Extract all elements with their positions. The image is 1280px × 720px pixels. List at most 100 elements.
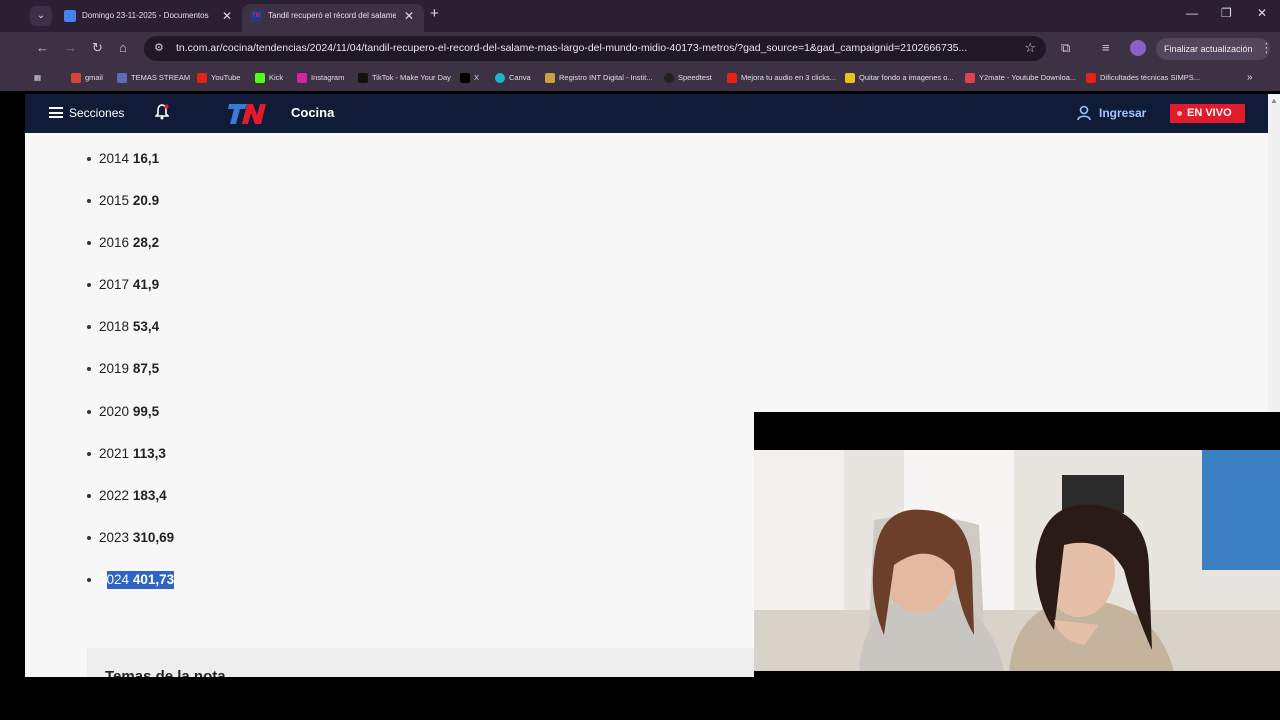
address-bar[interactable]: ⚙ tn.com.ar/cocina/tendencias/2024/11/04… [144,36,1046,61]
bookmark-mejora-audio[interactable]: Mejora tu audio en 3 clicks... [727,71,836,85]
record-text: 2020 99,5 [99,403,159,421]
gmail-icon [71,73,81,84]
bookmark-gmail[interactable]: gmail [71,71,103,85]
tiktok-icon [358,73,368,84]
live-button[interactable]: EN VIVO [1170,104,1245,123]
record-year: 2022 [99,487,130,503]
media-controls-icon[interactable]: ≡ [1102,40,1110,55]
reload-icon[interactable]: ↻ [92,40,103,56]
image-tool-icon [845,73,855,84]
close-window-icon[interactable]: ✕ [1257,6,1267,20]
minimize-icon[interactable]: — [1186,6,1198,20]
record-text: 2014 16,1 [99,150,159,168]
apps-grid-icon[interactable]: ▦ [34,71,41,85]
bookmark-speedtest[interactable]: Speedtest [664,71,712,85]
record-length-meters: 28,2 [132,235,160,251]
bookmark-simpsons[interactable]: Dificultades técnicas SIMPS... [1086,71,1200,85]
bookmark-kick[interactable]: Kick [255,71,283,85]
bookmark-instagram[interactable]: Instagram [297,71,344,85]
close-tab-icon[interactable]: ✕ [404,4,414,28]
bookmark-youtube[interactable]: YouTube [197,71,240,85]
forward-icon[interactable]: → [64,40,77,55]
record-length-meters: 16,1 [132,151,160,166]
download-icon [965,73,975,84]
close-tab-icon[interactable]: ✕ [222,4,232,28]
instagram-icon [297,73,307,84]
bullet-icon [87,535,91,540]
bookmark-registro[interactable]: Registro INT Digital - Instit... [545,71,653,85]
record-text: 2019 87,5 [99,360,159,378]
more-bookmarks-icon[interactable]: » [1247,71,1253,85]
profile-avatar[interactable] [1130,40,1146,56]
browser-tab-strip: ⌄ Domingo 23-11-2025 - Documentos de G ✕… [0,0,1280,32]
record-year: 2023 [99,529,130,545]
bookmark-star-icon[interactable]: ☆ [1024,40,1036,56]
bookmark-quitar-fondo[interactable]: Quitar fondo a imagenes o... [845,71,954,85]
youtube-icon [727,73,737,84]
kick-icon [255,73,265,84]
site-settings-icon[interactable]: ⚙ [154,41,164,54]
new-tab-icon[interactable]: + [430,5,446,22]
tn-logo[interactable] [225,102,267,126]
notifications-bell-icon[interactable] [154,104,170,123]
record-year: 2016 [99,235,130,251]
more-menu-icon[interactable]: ⋮ [1260,40,1273,56]
bullet-icon [87,367,91,372]
back-icon[interactable]: ← [36,40,49,55]
record-length-meters: 53,4 [132,319,160,335]
home-icon[interactable]: ⌂ [119,40,127,55]
bullet-icon [87,241,91,246]
record-length-meters: 20.9 [132,193,160,209]
restore-icon[interactable]: ❐ [1221,6,1232,20]
bookmark-tiktok[interactable]: TikTok - Make Your Day [358,71,451,85]
record-year: 2020 [99,403,130,419]
tab-title: Tandil recuperó el récord del salame más… [268,11,396,20]
tab-title: Domingo 23-11-2025 - Documentos de G [82,11,210,20]
bookmark-y2mate[interactable]: Y2mate - Youtube Downloa... [965,71,1076,85]
tags-title: Temas de la nota [105,668,226,677]
bullet-icon [87,451,91,456]
document-icon [117,73,127,84]
bookmark-canva[interactable]: Canva [495,71,531,85]
record-length-meters: 87,5 [132,361,160,377]
tab-docs[interactable]: Domingo 23-11-2025 - Documentos de G ✕ [56,4,242,32]
youtube-icon [1086,73,1096,84]
record-year: 2018 [99,319,130,335]
hamburger-menu-icon[interactable] [49,107,63,118]
bookmark-x[interactable]: X [460,71,479,85]
extensions-icon[interactable]: ⧉ [1061,40,1070,56]
bullet-icon [87,157,91,161]
bookmark-temas-stream[interactable]: TEMAS STREAM [117,71,190,85]
canva-icon [495,73,505,84]
record-year: 2017 [99,277,130,293]
registro-icon [545,73,555,84]
update-button[interactable]: Finalizar actualización [1156,38,1270,60]
record-length-meters: 41,9 [132,277,160,293]
record-year: 2019 [99,361,130,377]
login-link[interactable]: Ingresar [1099,106,1146,120]
scroll-up-icon[interactable]: ▲ [1270,96,1278,105]
tab-search-button[interactable]: ⌄ [30,6,52,26]
record-text: 2022 183,4 [99,487,167,505]
browser-toolbar: ← → ↻ ⌂ ⚙ tn.com.ar/cocina/tendencias/20… [0,32,1280,65]
record-text: 2024 401,73 [99,570,175,589]
user-icon[interactable] [1077,105,1091,121]
bookmarks-bar: ▦ gmail TEMAS STREAM YouTube Kick Instag… [0,65,1280,91]
live-dot-icon [1177,111,1182,116]
record-text: 2018 53,4 [99,318,159,336]
page-scrollbar[interactable]: ▲ [1268,94,1280,412]
record-length-meters: 310,69 [132,529,175,545]
section-title[interactable]: Cocina [291,105,334,120]
article-tags-section: Temas de la nota [87,648,787,677]
record-length-meters: 113,3 [132,445,166,461]
sections-menu-button[interactable]: Secciones [69,106,124,120]
video-letterbox-bar [0,677,1280,720]
x-icon [460,73,470,84]
record-year: 2015 [99,193,130,209]
speedtest-icon [664,73,674,84]
record-year: 2021 [99,445,130,461]
record-text: 2016 28,2 [99,234,159,252]
tn-favicon-icon: TN [250,10,262,22]
tab-tn-article[interactable]: TN Tandil recuperó el récord del salame … [242,4,424,32]
record-length-meters: 401,73 [132,571,175,587]
